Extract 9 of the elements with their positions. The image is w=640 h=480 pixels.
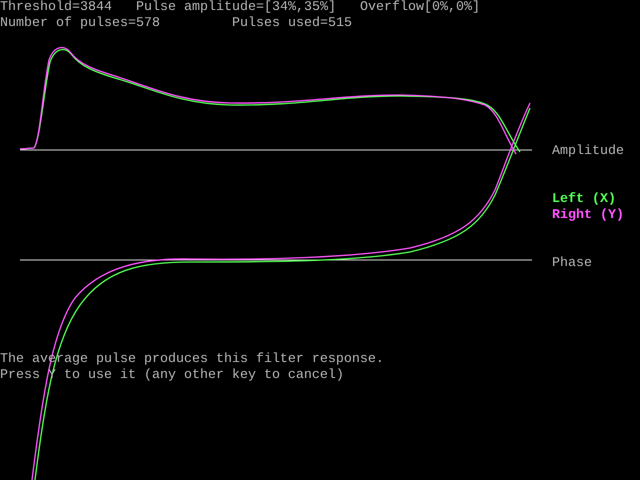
pulse-count-text: Number of pulses=578: [0, 16, 160, 32]
axis-label: Phase: [552, 256, 592, 272]
overflow-text: Overflow[0%,0%]: [360, 0, 480, 16]
pulse-amplitude-text: Pulse amplitude=[34%,35%]: [136, 0, 336, 16]
legend-label: Left (X): [552, 192, 616, 208]
threshold-text: Threshold=3844: [0, 0, 112, 16]
pulses-used-text: Pulses used=515: [232, 16, 352, 32]
legend-label: Right (Y): [552, 208, 624, 224]
axis-label: Amplitude: [552, 144, 624, 160]
